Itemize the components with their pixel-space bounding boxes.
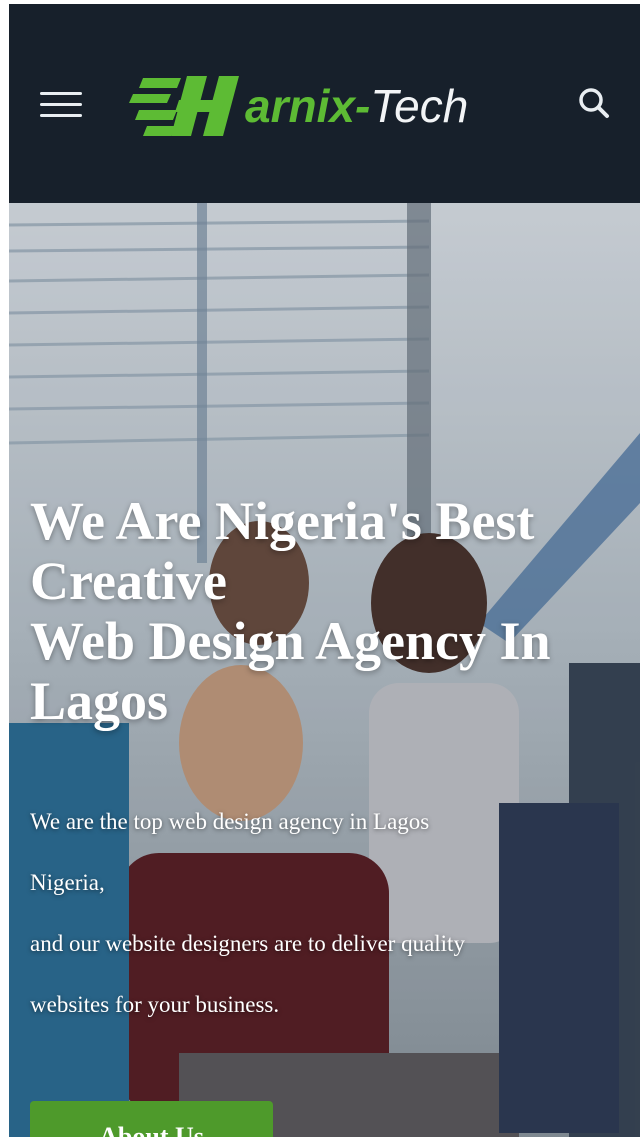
hero-title-line: Web Design Agency In <box>30 611 551 671</box>
hero-text-line: websites for your business. <box>30 992 280 1017</box>
hero-section: We Are Nigeria's Best Creative Web Desig… <box>9 203 640 1137</box>
logo-mark-icon <box>129 76 239 136</box>
hamburger-menu-icon[interactable] <box>40 88 82 122</box>
hero-text-line: Nigeria, <box>30 870 105 895</box>
site-logo[interactable]: arnix-Tech <box>127 70 537 142</box>
hero-title-line: Lagos <box>30 671 169 731</box>
hero-title: We Are Nigeria's Best Creative Web Desig… <box>30 491 640 731</box>
site-header: arnix-Tech <box>9 4 640 203</box>
hero-text-line: and our website designers are to deliver… <box>30 931 465 956</box>
logo-text-green: arnix- <box>245 80 371 132</box>
about-us-button[interactable]: About Us <box>30 1101 273 1137</box>
page: arnix-Tech We Are Nigeria's Best Creativ… <box>9 4 640 1137</box>
logo-text-white: Tech <box>370 80 469 132</box>
hero-text-line: We are the top web design agency in Lago… <box>30 809 430 834</box>
search-icon[interactable] <box>575 84 615 124</box>
hero-title-line: We Are Nigeria's Best <box>30 491 535 551</box>
hero-description: We are the top web design agency in Lago… <box>30 791 640 1035</box>
logo-wordmark: arnix-Tech <box>245 76 468 136</box>
hero-title-line: Creative <box>30 551 227 611</box>
